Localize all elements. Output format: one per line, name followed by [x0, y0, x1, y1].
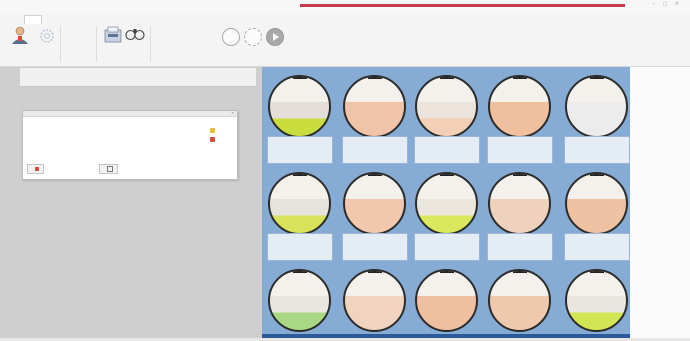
- plate-handle: [512, 271, 527, 273]
- table-info-card[interactable]: [487, 233, 553, 261]
- plate-handle: [367, 271, 382, 273]
- plate-handle: [292, 77, 307, 79]
- table-plate[interactable]: [343, 75, 406, 138]
- table-plate[interactable]: [343, 269, 406, 332]
- table-info-card[interactable]: [487, 136, 553, 164]
- circle-button[interactable]: [222, 28, 240, 46]
- plate-handle: [439, 271, 454, 273]
- table-plate[interactable]: [565, 75, 628, 138]
- table-plate[interactable]: [565, 172, 628, 235]
- ok-icon: [107, 166, 113, 172]
- orders-panel: [0, 67, 262, 341]
- ribbon-tab-2[interactable]: [42, 15, 58, 23]
- table-plate[interactable]: [268, 172, 331, 235]
- plate-handle: [589, 77, 604, 79]
- table-info-card[interactable]: [342, 233, 408, 261]
- table-plate[interactable]: [268, 75, 331, 138]
- table-plate[interactable]: [488, 172, 551, 235]
- ribbon-separator: [96, 26, 97, 62]
- cash-register-button[interactable]: [103, 25, 123, 47]
- table-info-card[interactable]: [564, 233, 630, 261]
- warning-icon: [210, 128, 215, 133]
- grid-header: [20, 68, 256, 87]
- table-plate[interactable]: [488, 75, 551, 138]
- table-plate[interactable]: [343, 172, 406, 235]
- table-plate[interactable]: [415, 269, 478, 332]
- title-accent-bar: [300, 4, 625, 7]
- play-icon: [273, 33, 279, 41]
- table-info-card[interactable]: [414, 233, 480, 261]
- play-button[interactable]: [266, 28, 284, 46]
- plate-handle: [589, 174, 604, 176]
- binoculars-icon: [125, 29, 145, 41]
- error-icon: [210, 137, 215, 142]
- user-icon: [12, 26, 28, 44]
- plate-handle: [367, 77, 382, 79]
- table-info-card[interactable]: [414, 136, 480, 164]
- user-button[interactable]: [10, 25, 30, 47]
- table-info-card[interactable]: [564, 136, 630, 164]
- table-plate[interactable]: [415, 172, 478, 235]
- plate-handle: [439, 77, 454, 79]
- plate-handle: [367, 174, 382, 176]
- plate-handle: [292, 174, 307, 176]
- plate-handle: [292, 271, 307, 273]
- plate-handle: [512, 174, 527, 176]
- refresh-button[interactable]: [244, 28, 262, 46]
- table-plate[interactable]: [268, 269, 331, 332]
- plate-handle: [512, 77, 527, 79]
- settings-button[interactable]: [38, 27, 56, 45]
- dialog: ✕: [22, 110, 238, 180]
- dialog-close-icon[interactable]: ✕: [231, 111, 234, 115]
- title-bar: [0, 0, 690, 15]
- dialog-ok-button[interactable]: [99, 164, 118, 174]
- ribbon-tab-1[interactable]: [24, 15, 42, 24]
- cancel-icon: [35, 167, 39, 171]
- table-info-card[interactable]: [342, 136, 408, 164]
- plate-handle: [589, 271, 604, 273]
- reports-button[interactable]: [124, 24, 146, 46]
- ribbon-separator: [150, 26, 151, 62]
- table-plate[interactable]: [565, 269, 628, 332]
- ribbon-tabs: [8, 15, 58, 24]
- ribbon-separator: [60, 26, 61, 62]
- dialog-title-bar: [23, 111, 237, 117]
- table-plate[interactable]: [415, 75, 478, 138]
- plate-handle: [439, 174, 454, 176]
- table-info-card[interactable]: [267, 136, 333, 164]
- dialog-cancel-button[interactable]: [27, 164, 44, 174]
- ribbon-tab-0[interactable]: [8, 15, 24, 23]
- gear-icon: [40, 29, 54, 43]
- cash-register-icon: [104, 26, 122, 43]
- window-controls[interactable]: – ▢ ✕: [652, 1, 682, 7]
- table-info-card[interactable]: [267, 233, 333, 261]
- table-plate[interactable]: [488, 269, 551, 332]
